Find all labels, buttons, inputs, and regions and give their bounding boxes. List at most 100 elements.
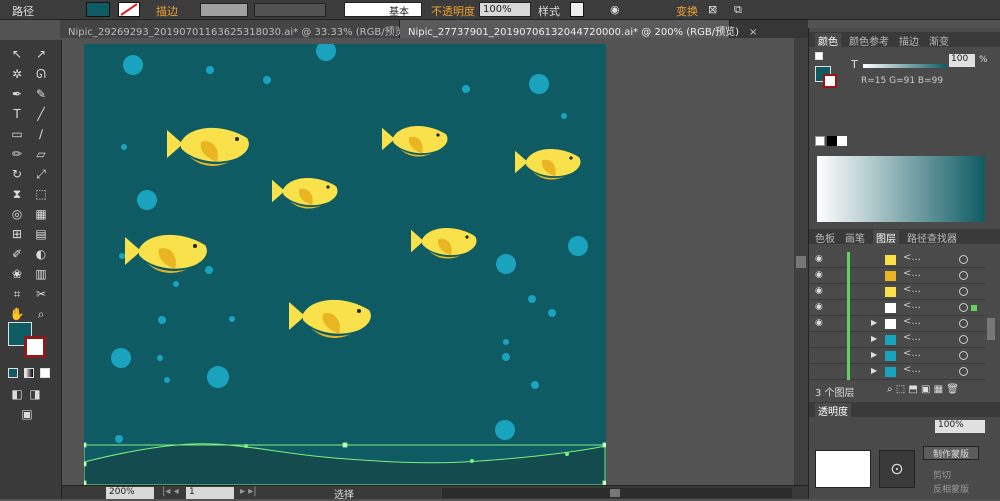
- stroke-color-box[interactable]: [24, 336, 46, 358]
- opacity-label[interactable]: 不透明度: [431, 3, 475, 19]
- selection-tool-icon[interactable]: ↖: [8, 46, 26, 62]
- magic-wand-icon[interactable]: ✲: [8, 66, 26, 82]
- visibility-eye-icon[interactable]: ◉: [815, 318, 823, 328]
- visibility-eye-icon[interactable]: ◉: [815, 286, 823, 296]
- stroke-label[interactable]: 描边: [156, 3, 178, 19]
- rotate-tool-icon[interactable]: ↻: [8, 166, 26, 182]
- tab-color-guide[interactable]: 颜色参考: [849, 33, 889, 48]
- target-circle-icon[interactable]: [959, 271, 968, 280]
- expand-triangle-icon[interactable]: ▶: [871, 318, 877, 327]
- mesh-tool-icon[interactable]: ⊞: [8, 226, 26, 242]
- color-spectrum[interactable]: [817, 156, 985, 222]
- scrollbar-thumb[interactable]: [796, 256, 806, 268]
- draw-normal-icon[interactable]: ◧: [8, 386, 26, 402]
- line-tool-icon[interactable]: ╱: [32, 106, 50, 122]
- gradient-tool-icon[interactable]: ▤: [32, 226, 50, 242]
- pen-tool-icon[interactable]: ✒: [8, 86, 26, 102]
- tab-color[interactable]: 颜色: [815, 33, 841, 48]
- width-tool-icon[interactable]: ⧗: [8, 186, 26, 202]
- tab-transparency[interactable]: 透明度: [815, 403, 851, 418]
- type-tool-icon[interactable]: T: [8, 106, 26, 122]
- default-colors-icon[interactable]: [815, 52, 823, 60]
- tab-gradient[interactable]: 渐变: [929, 33, 949, 48]
- tint-slider[interactable]: [863, 64, 947, 68]
- close-icon[interactable]: ×: [749, 27, 757, 38]
- layer-row[interactable]: ▶ <...: [809, 364, 985, 380]
- stroke-swatch[interactable]: [118, 2, 140, 17]
- expand-triangle-icon[interactable]: ▶: [871, 350, 877, 359]
- zoom-tool-icon[interactable]: ⌕: [32, 306, 50, 322]
- vertical-scrollbar[interactable]: [794, 38, 808, 485]
- object-thumbnail[interactable]: [815, 450, 871, 488]
- isolate-icon[interactable]: ⧉: [734, 3, 742, 17]
- fill-swatch[interactable]: [86, 2, 110, 17]
- screen-mode-icon[interactable]: ▣: [18, 406, 36, 422]
- pencil-tool-icon[interactable]: ✏: [8, 146, 26, 162]
- layer-row[interactable]: ▶ <...: [809, 332, 985, 348]
- visibility-eye-icon[interactable]: ◉: [815, 270, 823, 280]
- tab-document-2[interactable]: Nipic_27737901_20190706132044720000.ai* …: [400, 20, 757, 38]
- target-circle-icon[interactable]: [959, 303, 968, 312]
- stroke-weight-dropdown[interactable]: [200, 3, 248, 17]
- expand-triangle-icon[interactable]: ▶: [871, 366, 877, 375]
- draw-behind-icon[interactable]: ◨: [26, 386, 44, 402]
- zoom-input[interactable]: 200%: [106, 487, 154, 499]
- tab-document-1[interactable]: Nipic_29269293_20190701163625318030.ai* …: [60, 20, 427, 38]
- recolor-icon[interactable]: ◉: [610, 3, 620, 16]
- target-circle-icon[interactable]: [959, 335, 968, 344]
- layer-row[interactable]: ◉ <...: [809, 300, 985, 316]
- lasso-icon[interactable]: ᘏ: [32, 66, 50, 82]
- direct-selection-tool-icon[interactable]: ↗: [32, 46, 50, 62]
- visibility-eye-icon[interactable]: ◉: [815, 254, 823, 264]
- rectangle-tool-icon[interactable]: ▭: [8, 126, 26, 142]
- stroke-style-dropdown[interactable]: 基本: [344, 2, 422, 18]
- layer-row[interactable]: ◉ <...: [809, 268, 985, 284]
- eyedropper-icon[interactable]: ✐: [8, 246, 26, 262]
- gradient-mode-icon[interactable]: [24, 368, 34, 378]
- target-circle-icon[interactable]: [959, 319, 968, 328]
- slice-tool-icon[interactable]: ✂: [32, 286, 50, 302]
- tab-layers[interactable]: 图层: [873, 230, 899, 245]
- transform-label[interactable]: 变换: [676, 3, 698, 19]
- hand-tool-icon[interactable]: ✋: [8, 306, 26, 322]
- tint-input[interactable]: 100: [949, 54, 975, 67]
- column-graph-icon[interactable]: ▥: [32, 266, 50, 282]
- layer-row[interactable]: ◉ <...: [809, 284, 985, 300]
- target-circle-icon[interactable]: [959, 255, 968, 264]
- perspective-grid-icon[interactable]: ▦: [32, 206, 50, 222]
- eraser-icon[interactable]: ▱: [32, 146, 50, 162]
- layer-row[interactable]: ◉ ▶ <...: [809, 316, 985, 332]
- invert-mask-label[interactable]: 反相蒙版: [933, 482, 969, 495]
- expand-triangle-icon[interactable]: ▶: [871, 334, 877, 343]
- artboard[interactable]: [84, 44, 606, 486]
- tab-brushes[interactable]: 画笔: [845, 230, 865, 245]
- artboard-number-input[interactable]: 1: [186, 487, 234, 499]
- tab-swatches[interactable]: 色板: [815, 230, 835, 245]
- variable-width-dropdown[interactable]: [254, 3, 326, 17]
- none-mode-icon[interactable]: [40, 368, 50, 378]
- make-mask-button[interactable]: 制作蒙版: [923, 446, 979, 460]
- mask-link-icon[interactable]: ⊙: [879, 450, 915, 488]
- visibility-eye-icon[interactable]: ◉: [815, 302, 823, 312]
- first-page-icon[interactable]: |◂ ◂: [162, 486, 179, 497]
- artboard-tool-icon[interactable]: ⌗: [8, 286, 26, 302]
- layer-row[interactable]: ▶ <...: [809, 348, 985, 364]
- opacity-input[interactable]: 100%: [479, 2, 531, 17]
- paintbrush-icon[interactable]: ∕: [32, 126, 50, 142]
- h-scrollbar-thumb[interactable]: [610, 489, 620, 497]
- none-swatch[interactable]: [815, 136, 825, 146]
- horizontal-scrollbar[interactable]: [442, 488, 792, 498]
- align-icon[interactable]: ⊠: [708, 3, 717, 16]
- target-circle-icon[interactable]: [959, 287, 968, 296]
- target-circle-icon[interactable]: [959, 351, 968, 360]
- black-swatch[interactable]: [827, 136, 837, 146]
- stroke-swatch-panel[interactable]: [823, 74, 837, 88]
- next-page-icon[interactable]: ▸ ▸|: [240, 486, 257, 497]
- layer-row[interactable]: ◉ <...: [809, 252, 985, 268]
- curvature-tool-icon[interactable]: ✎: [32, 86, 50, 102]
- scale-tool-icon[interactable]: ⤢: [32, 166, 50, 182]
- color-mode-icon[interactable]: [8, 368, 18, 378]
- tab-pathfinder[interactable]: 路径查找器: [907, 230, 957, 245]
- white-swatch[interactable]: [837, 136, 847, 146]
- blend-tool-icon[interactable]: ◐: [32, 246, 50, 262]
